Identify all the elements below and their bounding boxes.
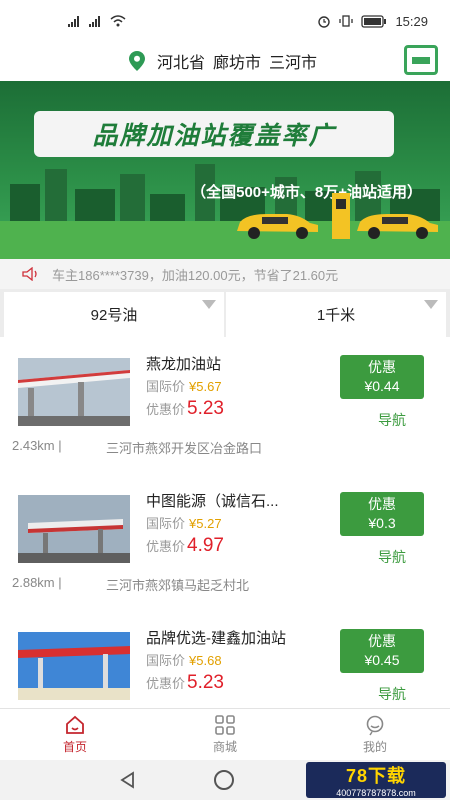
tab-profile[interactable]: 我的 — [300, 709, 450, 760]
station-name: 燕龙加油站 — [146, 356, 222, 373]
intl-price-value: ¥5.68 — [189, 653, 222, 668]
station-photo — [18, 632, 130, 700]
navigate-link[interactable]: 导航 — [378, 684, 406, 704]
station-name: 中图能源（诚信石... — [146, 493, 279, 510]
distance-filter[interactable]: 1千米 — [226, 292, 446, 337]
car-illustration — [357, 214, 438, 239]
badge-value: ¥0.3 — [368, 515, 396, 531]
tab-home[interactable]: 首页 — [0, 709, 150, 760]
location-bar[interactable]: 河北省 廊坊市 三河市 — [0, 42, 450, 80]
intl-price-label: 国际价 — [146, 653, 186, 668]
badge-value: ¥0.45 — [364, 652, 400, 668]
grid-icon — [215, 715, 235, 735]
badge-title: 优惠 — [368, 496, 396, 512]
station-address: 三河市燕郊镇马起乏村北 — [106, 578, 250, 593]
banner-subtitle: （全国500+城市、8万+油站适用） — [191, 184, 422, 201]
navigate-link[interactable]: 导航 — [378, 547, 406, 567]
badge-title: 优惠 — [368, 359, 396, 375]
discount-price: 优惠价 5.23 — [146, 398, 224, 420]
location-province: 河北省 — [156, 55, 205, 72]
station-list[interactable]: 燕龙加油站 国际价 ¥5.67 优惠价 5.23 优惠 ¥0.44 导航 2.43km… — [0, 346, 450, 708]
disc-price-label: 优惠价 — [146, 402, 186, 417]
clock: 15:29 — [395, 13, 428, 29]
distance-value: 2.88km — [12, 575, 55, 590]
alarm-icon — [318, 16, 331, 28]
disc-price-label: 优惠价 — [146, 676, 186, 691]
fuel-type-filter[interactable]: 92号油 — [4, 292, 224, 337]
discount-badge[interactable]: 优惠 ¥0.44 — [340, 355, 424, 399]
station-photo — [18, 358, 130, 426]
disc-price-label: 优惠价 — [146, 539, 186, 554]
battery-icon — [361, 14, 387, 28]
distance-value: 2.43km — [12, 438, 55, 453]
separator: | — [58, 438, 62, 453]
wifi-icon — [110, 15, 126, 27]
tab-mall[interactable]: 商城 — [150, 709, 300, 760]
user-icon — [366, 715, 384, 736]
location-city: 廊坊市 — [212, 55, 261, 72]
station-address: 三河市燕郊开发区冶金路口 — [106, 441, 263, 456]
dropdown-arrow-icon — [424, 300, 438, 309]
disc-price-value: 5.23 — [187, 672, 224, 693]
location-district: 三河市 — [269, 55, 318, 72]
distance-label: 1千米 — [316, 307, 356, 324]
badge-title: 优惠 — [368, 633, 396, 649]
intl-price-label: 国际价 — [146, 516, 186, 531]
station-distance: 2.43km | — [12, 438, 62, 453]
notice-bar: 车主186****3739，加油120.00元，节省了21.60元 — [0, 259, 450, 289]
fuel-type-label: 92号油 — [90, 307, 138, 324]
bottom-tab-bar: 首页 商城 我的 — [0, 708, 450, 760]
watermark-sub: 400778787878.com — [336, 788, 416, 798]
filter-bar: 92号油 1千米 — [0, 289, 450, 337]
station-card[interactable]: 燕龙加油站 国际价 ¥5.67 优惠价 5.23 优惠 ¥0.44 导航 2.43km… — [0, 346, 450, 483]
tab-mall-label: 商城 — [212, 740, 237, 754]
tab-home-label: 首页 — [62, 740, 87, 754]
home-icon — [66, 715, 84, 734]
status-bar: 15:29 — [0, 0, 450, 42]
intl-price-value: ¥5.27 — [189, 516, 222, 531]
station-photo — [18, 495, 130, 563]
discount-price: 优惠价 5.23 — [146, 672, 224, 694]
home-button-icon[interactable] — [214, 770, 234, 790]
notice-text: 车主186****3739，加油120.00元，节省了21.60元 — [52, 267, 339, 283]
discount-badge[interactable]: 优惠 ¥0.3 — [340, 492, 424, 536]
station-card[interactable]: 中图能源（诚信石... 国际价 ¥5.27 优惠价 4.97 优惠 ¥0.3 导航 2… — [0, 483, 450, 620]
promo-banner[interactable]: 品牌加油站覆盖率广 （全国500+城市、8万+油站适用） — [0, 81, 450, 259]
international-price: 国际价 ¥5.67 — [146, 376, 222, 395]
watermark-main: 78下载 — [345, 766, 407, 786]
vibrate-icon — [339, 15, 354, 27]
badge-value: ¥0.44 — [364, 378, 400, 394]
watermark-logo: 78下载 400778787878.com — [306, 762, 446, 798]
navigate-link[interactable]: 导航 — [378, 410, 406, 430]
disc-price-value: 4.97 — [187, 535, 224, 556]
international-price: 国际价 ¥5.27 — [146, 513, 222, 532]
scan-button[interactable] — [404, 45, 438, 75]
signal-icon — [68, 15, 79, 27]
signal-indicators — [68, 15, 126, 27]
charger-illustration — [332, 193, 350, 239]
station-distance: 2.88km | — [12, 575, 62, 590]
location-pin-icon — [128, 51, 145, 71]
disc-price-value: 5.23 — [187, 398, 224, 419]
discount-badge[interactable]: 优惠 ¥0.45 — [340, 629, 424, 673]
speaker-icon — [22, 267, 37, 281]
car-illustration — [237, 214, 318, 239]
intl-price-label: 国际价 — [146, 379, 186, 394]
banner-title: 品牌加油站覆盖率广 — [34, 111, 394, 157]
scan-icon — [412, 56, 430, 64]
dropdown-arrow-icon — [202, 300, 216, 309]
system-navigation-bar: 78下载 400778787878.com — [0, 760, 450, 800]
back-icon[interactable] — [118, 770, 138, 790]
separator: | — [58, 575, 62, 590]
station-name: 品牌优选-建鑫加油站 — [146, 630, 286, 647]
international-price: 国际价 ¥5.68 — [146, 650, 222, 669]
discount-price: 优惠价 4.97 — [146, 535, 224, 557]
tab-profile-label: 我的 — [362, 740, 387, 754]
intl-price-value: ¥5.67 — [189, 379, 222, 394]
station-card[interactable]: 品牌优选-建鑫加油站 国际价 ¥5.68 优惠价 5.23 优惠 ¥0.45 导航 — [0, 620, 450, 708]
signal-icon — [89, 15, 100, 27]
